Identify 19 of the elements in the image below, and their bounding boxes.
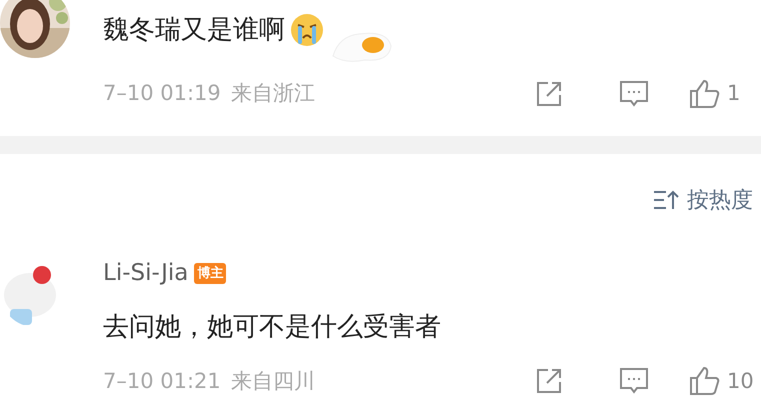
sort-icon bbox=[653, 189, 679, 211]
like-count: 10 bbox=[727, 368, 753, 394]
like-count: 1 bbox=[727, 80, 742, 107]
sort-button[interactable]: 按热度 bbox=[653, 184, 753, 216]
comment-location: 来自浙江 bbox=[230, 80, 315, 107]
thumbs-up-icon[interactable] bbox=[689, 366, 721, 396]
comment-text: 去问她，她可不是什么受害者 bbox=[103, 310, 441, 344]
crying-face-icon bbox=[289, 12, 325, 48]
comment-icon[interactable] bbox=[619, 367, 649, 396]
user-name[interactable]: Li-Si-Jia bbox=[103, 256, 188, 291]
comment-time: 7–10 01:19 bbox=[103, 80, 221, 107]
share-icon[interactable] bbox=[535, 367, 563, 396]
thumbs-up-icon[interactable] bbox=[689, 78, 721, 109]
comment-time: 7–10 01:21 bbox=[103, 368, 221, 394]
comment-icon[interactable] bbox=[619, 80, 649, 108]
author-badge: 博主 bbox=[194, 262, 226, 284]
comment-text: 魏冬瑞又是谁啊 bbox=[103, 14, 285, 47]
share-icon[interactable] bbox=[535, 80, 563, 108]
comment-location: 来自四川 bbox=[230, 368, 315, 394]
